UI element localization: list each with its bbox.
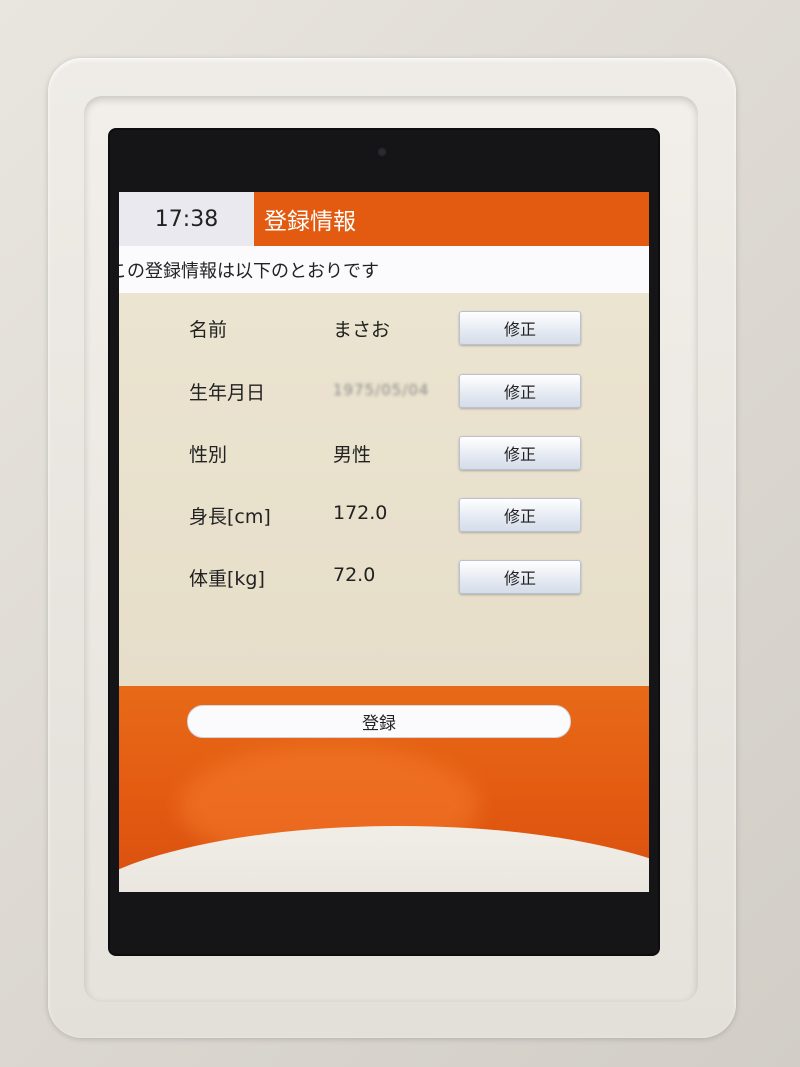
registration-info-panel: 名前 まさお 修正 生年月日 1975/05/04 修正 性別 男性 修正 身長… xyxy=(119,293,649,686)
field-value: 1975/05/04 xyxy=(333,381,430,399)
edit-gender-button[interactable]: 修正 xyxy=(459,436,581,470)
field-value: 72.0 xyxy=(333,564,376,586)
edit-height-button[interactable]: 修正 xyxy=(459,498,581,532)
tablet-device: 17:38 登録情報 この登録情報は以下のとおりです 名前 まさお 修正 生年月… xyxy=(110,130,658,954)
field-label: 体重[kg] xyxy=(189,568,265,590)
field-label: 生年月日 xyxy=(189,382,266,404)
footer-panel: 登録 xyxy=(119,686,649,892)
field-label: 身長[cm] xyxy=(189,506,271,528)
field-label: 名前 xyxy=(189,319,228,341)
field-value: 男性 xyxy=(333,444,372,466)
register-button[interactable]: 登録 xyxy=(187,705,571,738)
header-bar: 17:38 登録情報 xyxy=(119,192,649,246)
camera-icon xyxy=(377,147,387,157)
field-label: 性別 xyxy=(189,444,228,466)
field-row-birthdate: 生年月日 1975/05/04 修正 xyxy=(119,372,649,412)
edit-name-button[interactable]: 修正 xyxy=(459,311,581,345)
clock: 17:38 xyxy=(119,192,254,246)
field-row-gender: 性別 男性 修正 xyxy=(119,434,649,474)
field-row-height: 身長[cm] 172.0 修正 xyxy=(119,496,649,536)
edit-birthdate-button[interactable]: 修正 xyxy=(459,374,581,408)
field-value: まさお xyxy=(333,319,391,341)
tablet-screen: 17:38 登録情報 この登録情報は以下のとおりです 名前 まさお 修正 生年月… xyxy=(119,192,649,892)
field-row-name: 名前 まさお 修正 xyxy=(119,309,649,349)
field-value: 172.0 xyxy=(333,502,388,524)
edit-weight-button[interactable]: 修正 xyxy=(459,560,581,594)
page-title: 登録情報 xyxy=(264,209,356,235)
subtitle-text: この登録情報は以下のとおりです xyxy=(119,246,649,293)
field-row-weight: 体重[kg] 72.0 修正 xyxy=(119,558,649,598)
